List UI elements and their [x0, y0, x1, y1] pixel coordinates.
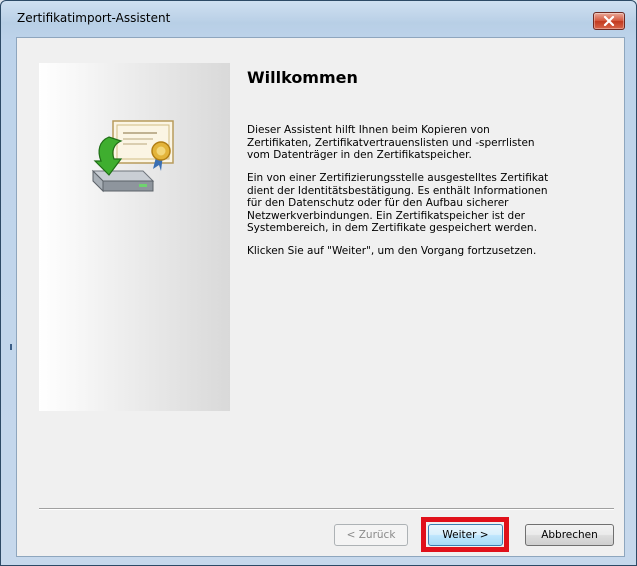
close-button[interactable]	[593, 12, 625, 30]
continue-instruction: Klicken Sie auf "Weiter", um den Vorgang…	[247, 245, 537, 257]
wizard-content: Willkommen Dieser Assistent hilft Ihnen …	[245, 38, 615, 498]
next-button[interactable]: Weiter >	[428, 524, 503, 546]
wizard-body: Willkommen Dieser Assistent hilft Ihnen …	[16, 37, 625, 557]
certificate-import-icon	[91, 120, 174, 193]
wizard-side-panel	[39, 63, 230, 411]
title-bar[interactable]: Zertifikatimport-Assistent	[1, 1, 636, 37]
button-separator	[39, 508, 614, 510]
back-button[interactable]: < Zurück	[334, 524, 408, 546]
wizard-window: Zertifikatimport-Assistent Willkommen Di…	[0, 0, 637, 566]
cancel-button[interactable]: Abbrechen	[525, 524, 614, 546]
page-title: Willkommen	[247, 68, 358, 87]
certificate-info-paragraph: Ein von einer Zertifizierungsstelle ausg…	[247, 172, 549, 234]
intro-paragraph: Dieser Assistent hilft Ihnen beim Kopier…	[247, 124, 535, 161]
window-title: Zertifikatimport-Assistent	[17, 11, 171, 25]
close-icon	[603, 16, 615, 26]
window-edge-mark	[10, 344, 12, 350]
